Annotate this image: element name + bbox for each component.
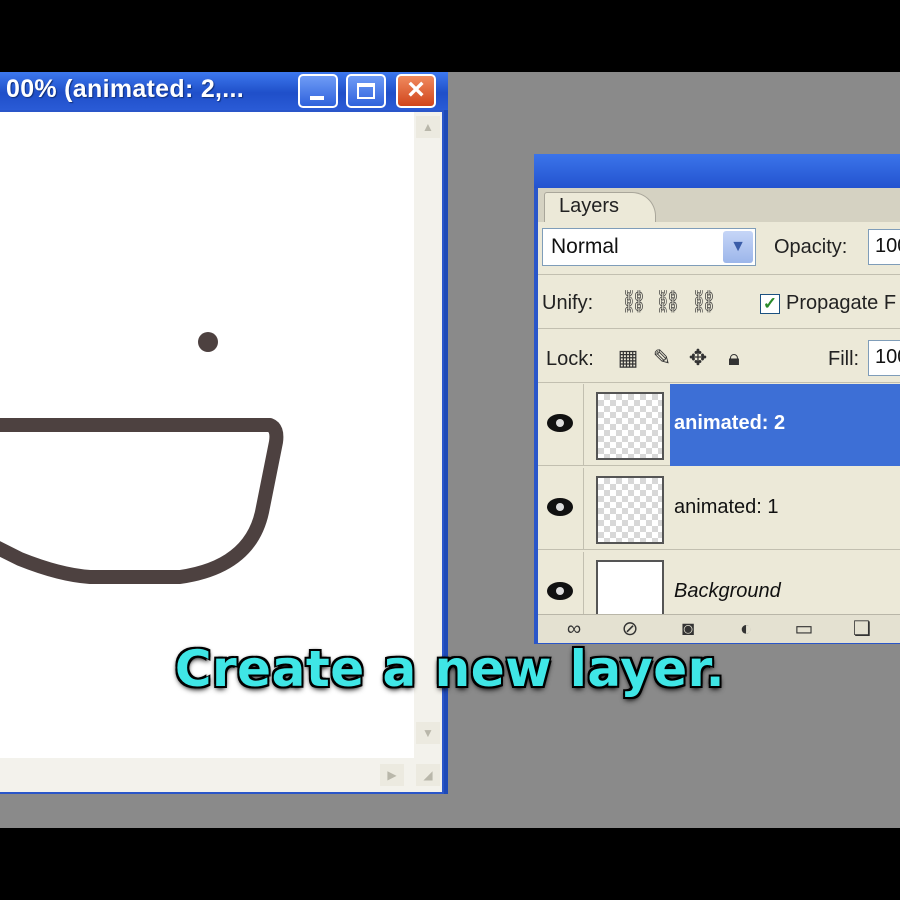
unify-style-icon[interactable]: ⛓ [690, 288, 718, 316]
layer-row-background[interactable]: Background [538, 552, 900, 614]
unify-visibility-icon[interactable]: ⛓ [654, 288, 682, 316]
chevron-down-icon[interactable]: ▼ [723, 231, 753, 263]
layer-thumbnail [596, 392, 664, 460]
adjustment-layer-icon[interactable]: ◐ [732, 615, 760, 643]
tab-layers[interactable]: Layers [544, 192, 656, 222]
divider [538, 382, 900, 383]
layer-row-animated-1[interactable]: animated: 1 [538, 468, 900, 550]
opacity-field[interactable]: 100% [868, 229, 900, 265]
divider [538, 274, 900, 275]
lock-label: Lock: [546, 348, 594, 370]
visibility-toggle[interactable] [538, 552, 584, 614]
layers-panel-body: Layers Normal ▼ Opacity: 100% Unify: ⛓ ⛓… [538, 188, 900, 643]
resize-grip-icon[interactable]: ◢ [416, 764, 440, 786]
lock-position-icon[interactable]: ✥ [684, 344, 712, 372]
video-caption: Create a new layer. [174, 640, 726, 698]
lock-transparent-icon[interactable]: ▦ [614, 344, 642, 372]
panel-tab-strip: Layers [538, 188, 900, 222]
horizontal-scrollbar[interactable]: ▶ [0, 758, 414, 792]
eye-icon [547, 498, 573, 516]
unify-position-icon[interactable]: ⛓ [620, 288, 648, 316]
link-layers-icon[interactable]: ∞ [560, 615, 588, 643]
layers-panel: Layers Normal ▼ Opacity: 100% Unify: ⛓ ⛓… [534, 154, 900, 644]
divider [538, 328, 900, 329]
desktop: 00% (animated: 2,... × ▲ ▼ ◢ ▶ Layers No… [0, 72, 900, 828]
visibility-toggle[interactable] [538, 468, 584, 550]
eye-icon [547, 582, 573, 600]
layer-name-cell[interactable]: animated: 2 [670, 384, 900, 466]
document-title: 00% (animated: 2,... [6, 75, 245, 103]
layer-thumbnail [596, 476, 664, 544]
blend-mode-value: Normal [551, 235, 619, 258]
scroll-down-arrow-icon[interactable]: ▼ [416, 722, 440, 744]
new-group-icon[interactable]: ▭ [790, 615, 818, 643]
propagate-checkbox[interactable]: ✓ [760, 294, 780, 314]
minimize-icon [310, 96, 324, 100]
opacity-label: Opacity: [774, 236, 848, 258]
new-layer-icon[interactable]: ❏ [848, 615, 876, 643]
layers-bottom-toolbar: ∞ ⊘ ◙ ◐ ▭ ❏ [538, 614, 900, 643]
document-titlebar[interactable]: 00% (animated: 2,... × [0, 72, 448, 110]
layer-row-animated-2[interactable]: animated: 2 [538, 384, 900, 466]
lock-all-icon[interactable]: 🔒︎ [720, 344, 748, 372]
layer-style-icon[interactable]: ⊘ [616, 615, 644, 643]
layer-thumbnail [596, 560, 664, 614]
add-mask-icon[interactable]: ◙ [674, 615, 702, 643]
maximize-icon [357, 83, 375, 99]
layer-name: animated: 2 [674, 412, 786, 434]
layer-name: animated: 1 [674, 496, 779, 518]
fill-field[interactable]: 100% [868, 340, 900, 376]
eye-icon [547, 414, 573, 432]
layer-name: Background [674, 580, 781, 602]
drawn-boat-shape [0, 418, 284, 584]
layer-name-cell[interactable]: animated: 1 [670, 468, 900, 550]
scroll-up-arrow-icon[interactable]: ▲ [416, 116, 440, 138]
propagate-label: Propagate F [786, 292, 897, 314]
fill-label: Fill: [828, 348, 860, 370]
maximize-button[interactable] [346, 74, 386, 108]
blend-mode-select[interactable]: Normal ▼ [542, 228, 756, 266]
unify-label: Unify: [542, 292, 594, 314]
minimize-button[interactable] [298, 74, 338, 108]
close-button[interactable]: × [396, 73, 436, 108]
layers-panel-titlebar[interactable] [534, 154, 900, 188]
drawn-dot [198, 332, 218, 352]
close-icon: × [407, 73, 425, 106]
lock-image-icon[interactable]: ✎ [648, 344, 676, 372]
layer-name-cell[interactable]: Background [670, 552, 900, 614]
scroll-right-arrow-icon[interactable]: ▶ [380, 764, 404, 786]
visibility-toggle[interactable] [538, 384, 584, 466]
